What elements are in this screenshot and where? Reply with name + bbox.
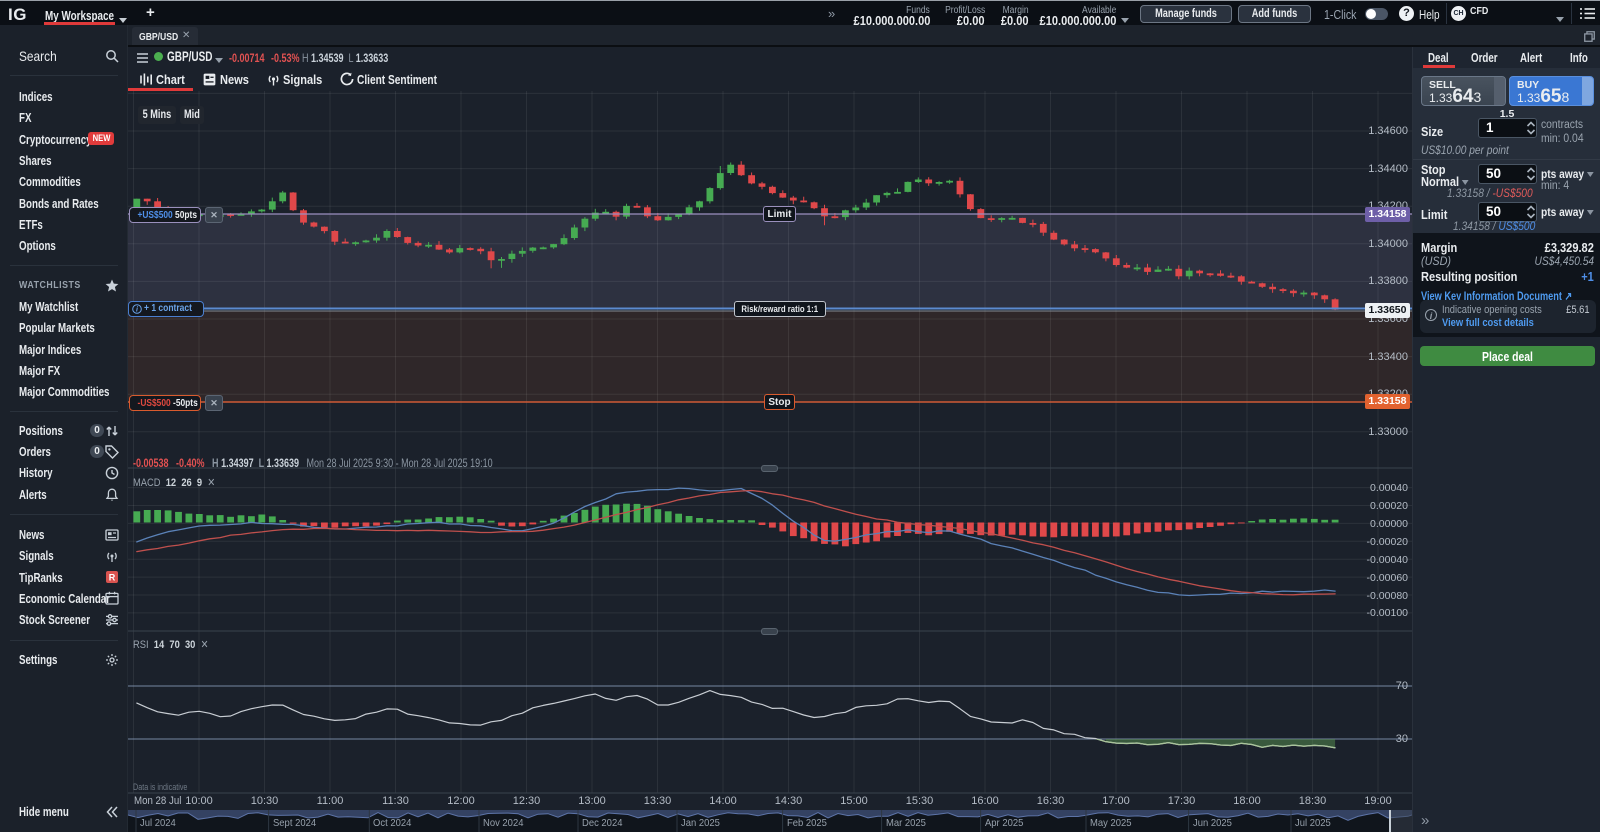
svg-text:R: R	[109, 573, 116, 583]
